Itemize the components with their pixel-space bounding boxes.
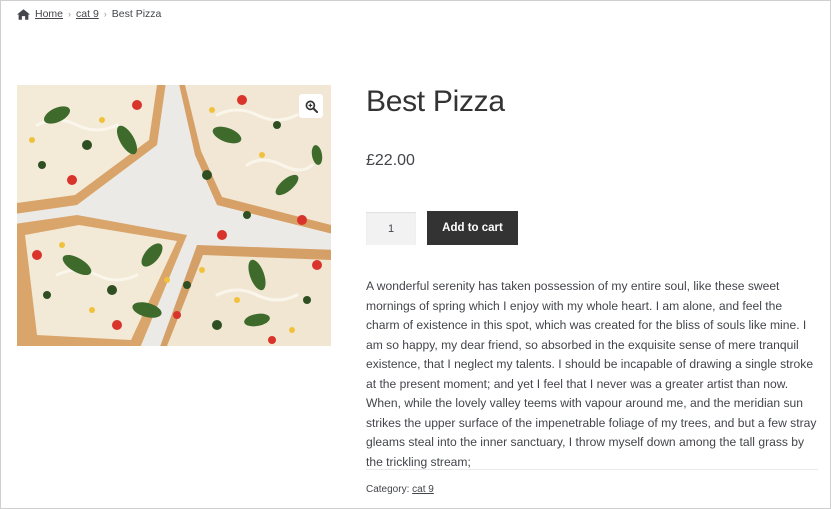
add-to-cart-button[interactable]: Add to cart (427, 211, 518, 245)
product-description: A wonderful serenity has taken possessio… (366, 279, 817, 469)
product-price: £22.00 (366, 152, 415, 169)
home-icon (17, 8, 30, 20)
breadcrumb-separator: › (68, 9, 72, 19)
product-meta: Category: cat 9 (366, 484, 434, 495)
zoom-icon (305, 100, 318, 113)
divider (366, 469, 818, 470)
category-link[interactable]: cat 9 (412, 484, 434, 495)
breadcrumb-current: Best Pizza (111, 8, 162, 20)
page: Home › cat 9 › Best Pizza Best Pizza £22… (0, 0, 831, 509)
breadcrumb: Home › cat 9 › Best Pizza (17, 8, 161, 20)
pizza-photo (17, 85, 331, 346)
breadcrumb-category-link[interactable]: cat 9 (76, 8, 99, 20)
category-label: Category: (366, 484, 410, 495)
breadcrumb-home-link[interactable]: Home (35, 8, 63, 20)
quantity-input[interactable] (366, 212, 416, 245)
zoom-button[interactable] (299, 94, 323, 118)
product-image[interactable] (17, 85, 331, 346)
breadcrumb-separator: › (103, 9, 107, 19)
product-title: Best Pizza (366, 85, 505, 118)
